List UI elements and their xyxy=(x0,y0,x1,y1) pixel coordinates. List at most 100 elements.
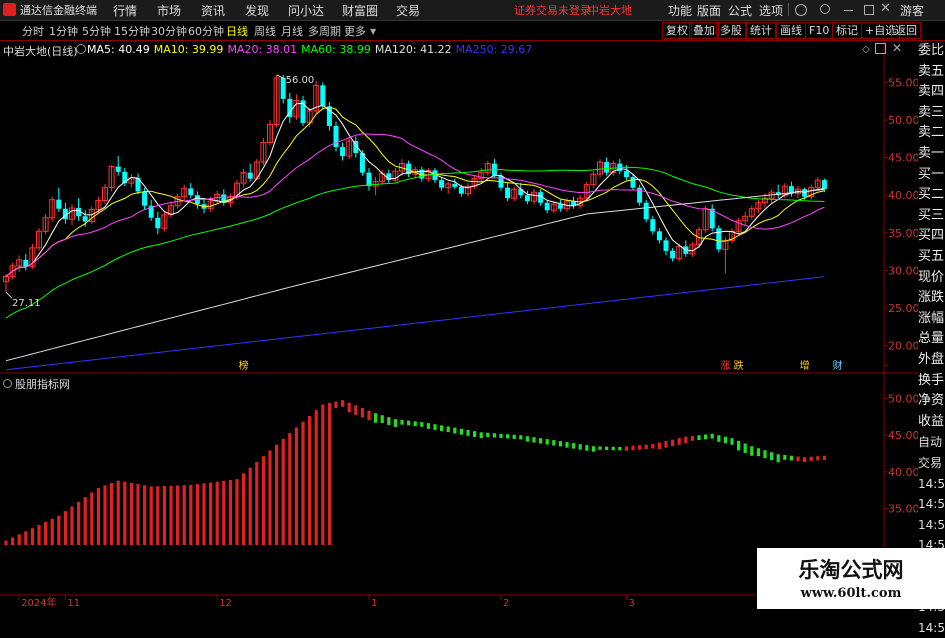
statistics-button[interactable]: 统计 xyxy=(746,22,776,39)
indicator-bar xyxy=(756,448,760,457)
period-multi[interactable]: 多周期 xyxy=(308,23,341,39)
indicator-bar xyxy=(44,521,48,545)
right-panel-label[interactable]: 交易 xyxy=(918,453,945,473)
indicator-bar xyxy=(440,425,444,432)
period-1min[interactable]: 1分钟 xyxy=(49,23,78,39)
period-more[interactable]: 更多 xyxy=(344,23,366,39)
indicator-bar xyxy=(136,484,140,545)
indicator-bar xyxy=(690,435,694,441)
y-tick-label: 45.00 xyxy=(888,152,918,165)
right-panel-label: 买四 xyxy=(918,228,945,244)
indicator-bar xyxy=(624,446,628,451)
chevron-down-icon[interactable]: ▼ xyxy=(370,27,376,36)
indicator-bar xyxy=(354,405,358,415)
candle-body xyxy=(821,180,827,190)
menu-bar: 通达信金融终端 行情 市场 资讯 发现 问小达 财富圈 交易 证券交易未登录 中… xyxy=(0,0,945,21)
right-panel-label: 卖二 xyxy=(918,125,945,141)
right-panel-label: 委比 xyxy=(918,43,945,58)
menu-discover[interactable]: 发现 xyxy=(245,2,269,19)
indicator-bar xyxy=(519,435,523,440)
ma20-label: MA20: 38.01 xyxy=(227,43,298,56)
x-tick-label: 12 xyxy=(219,598,232,609)
right-panel-label: 买五 xyxy=(918,249,945,264)
menu-options[interactable]: 选项 xyxy=(759,2,783,19)
ma10-label: MA10: 39.99 xyxy=(153,43,224,56)
settings-icon[interactable] xyxy=(76,44,86,54)
menu-news[interactable]: 资讯 xyxy=(201,2,225,19)
multi-stock-button[interactable]: 多股 xyxy=(716,22,746,39)
collapse-icon[interactable]: ◇ xyxy=(862,44,870,55)
mark-button[interactable]: 标记 xyxy=(832,22,862,39)
maximize-icon[interactable] xyxy=(864,5,874,15)
menu-trade[interactable]: 交易 xyxy=(396,2,420,19)
indicator-bar xyxy=(466,429,470,436)
indicator-bar xyxy=(426,423,430,429)
event-marker: 财 xyxy=(833,359,843,372)
indicator-bar xyxy=(809,456,813,461)
menu-ask[interactable]: 问小达 xyxy=(288,2,324,19)
indicator-bar xyxy=(796,456,800,462)
indicator-settings-icon[interactable] xyxy=(3,379,12,388)
guest-label[interactable]: 游客 xyxy=(900,2,924,19)
candle-body xyxy=(630,177,636,188)
menu-market[interactable]: 市场 xyxy=(157,2,181,19)
period-weekly[interactable]: 周线 xyxy=(254,23,276,39)
ma120-label: MA120: 41.22 xyxy=(374,43,452,56)
chart-area[interactable]: 55.00 50.00 45.00 40.00 35.00 30.00 25.00 20.00… xyxy=(0,41,918,609)
indicator-bar xyxy=(420,422,424,427)
menu-formula[interactable]: 公式 xyxy=(728,2,752,19)
overlay-button[interactable]: 叠加 xyxy=(689,22,719,39)
indicator-bar xyxy=(268,450,272,545)
minimize-icon[interactable] xyxy=(844,10,853,11)
menu-wealth[interactable]: 财富圈 xyxy=(342,2,378,19)
indicator-bar xyxy=(367,410,371,421)
period-60min[interactable]: 60分钟 xyxy=(188,23,224,39)
indicator-bar xyxy=(651,444,655,449)
indicator-bar xyxy=(611,446,615,451)
close-icon[interactable]: ✕ xyxy=(880,1,891,16)
period-tick[interactable]: 分时 xyxy=(22,23,44,39)
chart-title: 中岩大地(日线) xyxy=(3,45,78,58)
search-icon[interactable] xyxy=(820,4,830,14)
current-stock-name: 中岩大地 xyxy=(588,4,632,17)
user-icon[interactable] xyxy=(795,4,807,16)
ma250-label: MA250: 29.67 xyxy=(455,43,533,56)
indicator-bar xyxy=(143,485,147,545)
indicator-bar xyxy=(750,446,754,456)
period-15min[interactable]: 15分钟 xyxy=(114,23,150,39)
expand-icon[interactable] xyxy=(875,43,886,54)
indicator-bar xyxy=(387,417,391,425)
right-panel-label: 卖三 xyxy=(918,104,945,120)
period-toolbar: 分时 1分钟 5分钟 15分钟 30分钟 60分钟 日线 周线 月线 多周期 更… xyxy=(0,21,945,41)
menu-function[interactable]: 功能 xyxy=(668,2,692,19)
event-marker: 增 xyxy=(800,359,810,372)
back-button[interactable]: 返回 xyxy=(891,22,921,39)
indicator-bar xyxy=(63,511,67,545)
period-5min[interactable]: 5分钟 xyxy=(82,23,111,39)
menu-layout[interactable]: 版面 xyxy=(697,2,721,19)
indicator-bar xyxy=(176,485,180,545)
draw-line-button[interactable]: 画线 xyxy=(776,22,806,39)
period-30min[interactable]: 30分钟 xyxy=(151,23,187,39)
restore-rights-button[interactable]: 复权 xyxy=(662,22,692,39)
indicator-bar xyxy=(803,457,807,462)
indicator-bar xyxy=(539,438,543,444)
candle-body xyxy=(623,171,629,178)
indicator-bar xyxy=(228,479,232,545)
candle-body xyxy=(142,191,148,206)
indicator-bar xyxy=(578,444,582,450)
y-tick-label: 40.00 xyxy=(888,189,918,202)
watermark-box: 乐淘公式网 www.60lt.com xyxy=(757,548,945,609)
f10-button[interactable]: F10 xyxy=(805,22,834,39)
period-monthly[interactable]: 月线 xyxy=(281,23,303,39)
period-daily[interactable]: 日线 xyxy=(226,23,248,39)
indicator-bar xyxy=(314,410,318,545)
indicator-bar xyxy=(499,433,503,438)
indicator-bar xyxy=(11,537,15,545)
y-tick-label: 35.00 xyxy=(888,227,918,240)
right-panel-label: 收益 xyxy=(918,413,945,429)
login-warning[interactable]: 证券交易未登录 xyxy=(514,2,591,18)
right-panel-label[interactable]: 自动 xyxy=(918,432,945,452)
menu-quotes[interactable]: 行情 xyxy=(113,2,137,19)
chart-close-icon[interactable]: ✕ xyxy=(892,41,902,55)
